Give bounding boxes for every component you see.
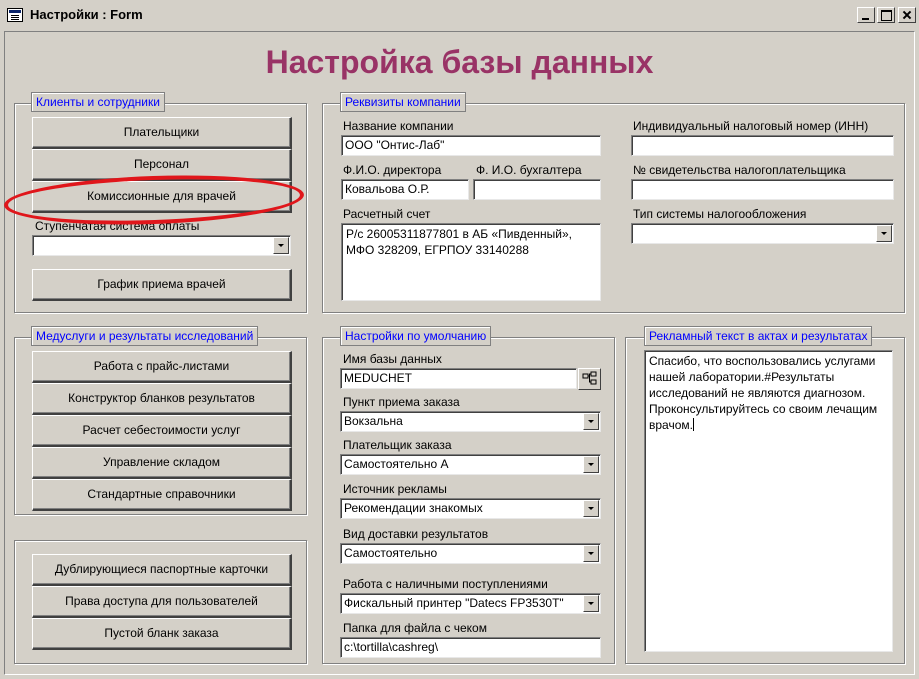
bank-account-label: Расчетный счет <box>343 207 431 221</box>
order-payer-value: Самостоятельно А <box>344 457 449 471</box>
chevron-down-icon[interactable] <box>583 413 599 430</box>
ad-source-label: Источник рекламы <box>343 482 447 496</box>
cash-handling-value: Фискальный принтер "Datecs FP3530T" <box>344 596 564 610</box>
doctor-schedule-button[interactable]: График приема врачей <box>32 269 292 301</box>
company-name-label: Название компании <box>343 119 454 133</box>
close-button[interactable] <box>898 7 916 23</box>
ad-source-select[interactable]: Рекомендации знакомых <box>340 498 601 519</box>
pickup-point-select[interactable]: Вокзальна <box>340 411 601 432</box>
builder-icon <box>582 371 597 385</box>
window-title: Настройки : Form <box>30 7 143 22</box>
chevron-down-icon[interactable] <box>876 225 892 242</box>
user-access-button[interactable]: Права доступа для пользователей <box>32 586 292 618</box>
blank-order-button[interactable]: Пустой бланк заказа <box>32 618 292 650</box>
order-payer-label: Плательщик заказа <box>343 438 452 452</box>
pickup-point-value: Вокзальна <box>344 414 403 428</box>
cash-handling-label: Работа с наличными поступлениями <box>343 577 548 591</box>
order-payer-select[interactable]: Самостоятельно А <box>340 454 601 475</box>
company-group-legend: Реквизиты компании <box>340 92 466 112</box>
ad-text-value: Спасибо, что воспользовались услугами на… <box>649 354 878 432</box>
cash-handling-select[interactable]: Фискальный принтер "Datecs FP3530T" <box>340 593 601 614</box>
text-cursor <box>692 418 694 431</box>
price-lists-button[interactable]: Работа с прайс-листами <box>32 351 292 383</box>
delivery-type-label: Вид доставки результатов <box>343 527 489 541</box>
payment-system-select[interactable] <box>32 235 291 256</box>
chevron-down-icon[interactable] <box>583 595 599 612</box>
ad-text-group-legend: Рекламный текст в актах и результатах <box>644 326 873 346</box>
db-name-label: Имя базы данных <box>343 352 442 366</box>
tax-system-label: Тип системы налогообложения <box>633 207 807 221</box>
accountant-field[interactable] <box>473 179 601 200</box>
ad-text-field[interactable]: Спасибо, что воспользовались услугами на… <box>644 350 893 652</box>
chevron-down-icon[interactable] <box>273 237 289 254</box>
defaults-group-legend: Настройки по умолчанию <box>340 326 492 346</box>
chevron-down-icon[interactable] <box>583 456 599 473</box>
warehouse-button[interactable]: Управление складом <box>32 447 292 479</box>
delivery-type-select[interactable]: Самостоятельно <box>340 543 601 564</box>
chevron-down-icon[interactable] <box>583 545 599 562</box>
chevron-down-icon[interactable] <box>583 500 599 517</box>
delivery-type-value: Самостоятельно <box>344 546 438 560</box>
director-field[interactable]: Ковальова О.Р. <box>341 179 469 200</box>
maximize-button[interactable] <box>877 7 895 23</box>
clients-group-legend: Клиенты и сотрудники <box>31 92 165 112</box>
standard-references-button[interactable]: Стандартные справочники <box>32 479 292 511</box>
company-name-field[interactable]: ООО "Онтис-Лаб" <box>341 135 601 156</box>
db-builder-button[interactable] <box>578 368 601 390</box>
title-bar: Настройки : Form <box>0 0 919 31</box>
pickup-point-label: Пункт приема заказа <box>343 395 460 409</box>
certificate-field[interactable] <box>631 179 894 200</box>
page-title: Настройка базы данных <box>265 44 654 80</box>
result-forms-constructor-button[interactable]: Конструктор бланков результатов <box>32 383 292 415</box>
form-icon[interactable] <box>7 8 23 22</box>
duplicate-cards-button[interactable]: Дублирующиеся паспортные карточки <box>32 554 292 586</box>
accountant-label: Ф. И.О. бухгалтера <box>476 163 582 177</box>
medservices-group-legend: Медуслуги и результаты исследований <box>31 326 259 346</box>
bank-account-field[interactable]: Р/с 26005311877801 в АБ «Пивденный», МФО… <box>341 223 601 301</box>
receipt-folder-field[interactable]: c:\tortilla\cashreg\ <box>340 637 601 658</box>
receipt-folder-label: Папка для файла с чеком <box>343 621 487 635</box>
inn-field[interactable] <box>631 135 894 156</box>
tax-system-select[interactable] <box>631 223 894 244</box>
service-cost-button[interactable]: Расчет себестоимости услуг <box>32 415 292 447</box>
ad-source-value: Рекомендации знакомых <box>344 501 483 515</box>
director-label: Ф.И.О. директора <box>343 163 442 177</box>
certificate-label: № свидетельства налогоплательщика <box>633 163 846 177</box>
payers-button[interactable]: Плательщики <box>32 117 292 149</box>
db-name-field[interactable]: MEDUCHET <box>340 368 577 389</box>
minimize-button[interactable] <box>857 7 875 23</box>
inn-label: Индивидуальный налоговый номер (ИНН) <box>633 119 869 133</box>
